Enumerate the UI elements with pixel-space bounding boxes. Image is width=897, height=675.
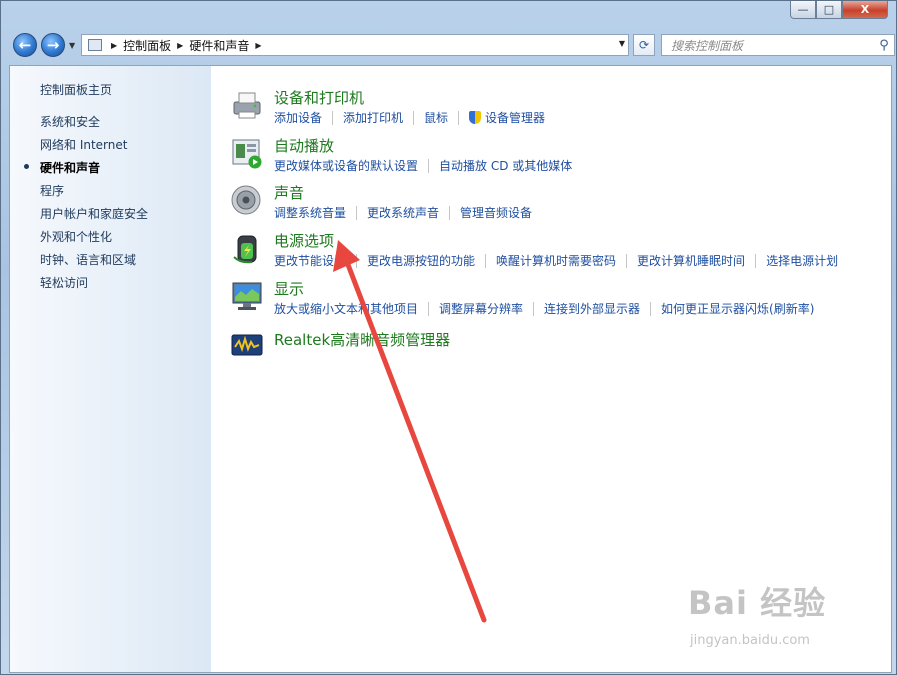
sidebar-item-hardware-sound[interactable]: 硬件和声音 bbox=[40, 159, 100, 176]
link-device-manager[interactable]: 设备管理器 bbox=[485, 109, 545, 126]
chevron-right-icon[interactable]: ▶ bbox=[177, 41, 183, 50]
search-input[interactable]: 搜索控制面板 bbox=[671, 37, 874, 54]
link-text-size[interactable]: 放大或缩小文本和其他项目 bbox=[274, 300, 418, 317]
divider bbox=[428, 158, 430, 173]
divider bbox=[755, 253, 757, 268]
printer-icon[interactable] bbox=[230, 88, 264, 122]
sidebar-item-clock-language[interactable]: 时钟、语言和区域 bbox=[40, 251, 136, 268]
sidebar-item-home[interactable]: 控制面板主页 bbox=[40, 81, 112, 98]
divider bbox=[485, 253, 487, 268]
watermark-logo: Bai 经验 bbox=[688, 584, 827, 622]
divider bbox=[428, 301, 430, 316]
chevron-right-icon[interactable]: ▶ bbox=[255, 41, 261, 50]
refresh-icon: ⟳ bbox=[638, 38, 650, 52]
control-panel-icon bbox=[88, 39, 102, 51]
monitor-icon[interactable] bbox=[230, 279, 264, 313]
caption-buttons: — □ X bbox=[790, 1, 888, 19]
sidebar-item-appearance[interactable]: 外观和个性化 bbox=[40, 228, 112, 245]
divider bbox=[458, 110, 460, 125]
divider bbox=[650, 301, 652, 316]
address-dropdown-icon[interactable]: ▼ bbox=[619, 39, 625, 48]
autoplay-icon[interactable] bbox=[230, 136, 264, 170]
divider bbox=[332, 110, 334, 125]
window-frame: — □ X ← → ▼ ▶ 控制面板 ▶ 硬件和声音 ▶ ▼ ⟳ 搜索控制面板 … bbox=[0, 0, 897, 675]
forward-button[interactable]: → bbox=[41, 33, 65, 57]
address-bar[interactable]: ▶ 控制面板 ▶ 硬件和声音 ▶ ▼ bbox=[81, 34, 629, 56]
category-links: 添加设备 添加打印机 鼠标 设备管理器 bbox=[274, 109, 545, 126]
back-arrow-icon: ← bbox=[18, 36, 32, 54]
link-manage-audio[interactable]: 管理音频设备 bbox=[460, 204, 532, 221]
recent-pages-dropdown-icon[interactable]: ▼ bbox=[69, 41, 75, 50]
category-title[interactable]: 电源选项 bbox=[274, 230, 334, 251]
link-power-saving-settings[interactable]: 更改节能设置 bbox=[274, 252, 346, 269]
link-mouse[interactable]: 鼠标 bbox=[424, 109, 448, 126]
battery-icon[interactable] bbox=[230, 231, 264, 265]
link-add-printer[interactable]: 添加打印机 bbox=[343, 109, 403, 126]
link-autoplay-cd[interactable]: 自动播放 CD 或其他媒体 bbox=[439, 157, 572, 174]
maximize-button[interactable]: □ bbox=[816, 1, 842, 19]
link-refresh-rate[interactable]: 如何更正显示器闪烁(刷新率) bbox=[661, 300, 814, 317]
category-links: 更改媒体或设备的默认设置 自动播放 CD 或其他媒体 bbox=[274, 157, 572, 174]
active-bullet-icon bbox=[24, 164, 29, 169]
divider bbox=[356, 253, 358, 268]
sidebar-item-programs[interactable]: 程序 bbox=[40, 182, 64, 199]
category-title[interactable]: Realtek高清晰音频管理器 bbox=[274, 329, 450, 350]
link-wake-password[interactable]: 唤醒计算机时需要密码 bbox=[496, 252, 616, 269]
divider bbox=[413, 110, 415, 125]
refresh-button[interactable]: ⟳ bbox=[633, 34, 655, 56]
search-box[interactable]: 搜索控制面板 ⚲ bbox=[661, 34, 895, 56]
speaker-icon[interactable] bbox=[230, 183, 264, 217]
category-links: 调整系统音量 更改系统声音 管理音频设备 bbox=[274, 204, 532, 221]
link-screen-resolution[interactable]: 调整屏幕分辨率 bbox=[439, 300, 523, 317]
divider bbox=[449, 205, 451, 220]
sidebar-item-system-security[interactable]: 系统和安全 bbox=[40, 113, 100, 130]
chevron-right-icon[interactable]: ▶ bbox=[111, 41, 117, 50]
category-title[interactable]: 自动播放 bbox=[274, 135, 334, 156]
link-power-button-function[interactable]: 更改电源按钮的功能 bbox=[367, 252, 475, 269]
close-button[interactable]: X bbox=[842, 1, 888, 19]
sidebar-item-ease-of-access[interactable]: 轻松访问 bbox=[40, 274, 88, 291]
breadcrumb-hardware-sound[interactable]: 硬件和声音 bbox=[189, 37, 249, 54]
sidebar-item-user-accounts[interactable]: 用户帐户和家庭安全 bbox=[40, 205, 148, 222]
category-title[interactable]: 设备和打印机 bbox=[274, 87, 364, 108]
category-title[interactable]: 显示 bbox=[274, 278, 304, 299]
forward-arrow-icon: → bbox=[46, 36, 60, 54]
category-links: 更改节能设置 更改电源按钮的功能 唤醒计算机时需要密码 更改计算机睡眠时间 选择… bbox=[274, 252, 838, 269]
link-sleep-time[interactable]: 更改计算机睡眠时间 bbox=[637, 252, 745, 269]
link-adjust-volume[interactable]: 调整系统音量 bbox=[274, 204, 346, 221]
sidebar: 控制面板主页 系统和安全 网络和 Internet 硬件和声音 程序 用户帐户和… bbox=[10, 66, 211, 672]
search-icon[interactable]: ⚲ bbox=[874, 38, 894, 53]
divider bbox=[533, 301, 535, 316]
baidu-watermark: Bai 经验 jingyan.baidu.com bbox=[688, 578, 827, 648]
link-change-default-media[interactable]: 更改媒体或设备的默认设置 bbox=[274, 157, 418, 174]
category-title[interactable]: 声音 bbox=[274, 182, 304, 203]
link-add-device[interactable]: 添加设备 bbox=[274, 109, 322, 126]
divider bbox=[356, 205, 358, 220]
navigation-bar: ← → ▼ ▶ 控制面板 ▶ 硬件和声音 ▶ ▼ ⟳ 搜索控制面板 ⚲ bbox=[11, 32, 895, 60]
breadcrumb-control-panel[interactable]: 控制面板 bbox=[123, 37, 171, 54]
uac-shield-icon bbox=[469, 111, 482, 124]
sidebar-item-network[interactable]: 网络和 Internet bbox=[40, 136, 127, 153]
link-power-plan[interactable]: 选择电源计划 bbox=[766, 252, 838, 269]
realtek-audio-icon[interactable] bbox=[230, 327, 264, 361]
back-button[interactable]: ← bbox=[13, 33, 37, 57]
watermark-url: jingyan.baidu.com bbox=[690, 633, 810, 648]
category-links: 放大或缩小文本和其他项目 调整屏幕分辨率 连接到外部显示器 如何更正显示器闪烁(… bbox=[274, 300, 814, 317]
divider bbox=[626, 253, 628, 268]
minimize-button[interactable]: — bbox=[790, 1, 816, 19]
link-change-sounds[interactable]: 更改系统声音 bbox=[367, 204, 439, 221]
link-external-display[interactable]: 连接到外部显示器 bbox=[544, 300, 640, 317]
